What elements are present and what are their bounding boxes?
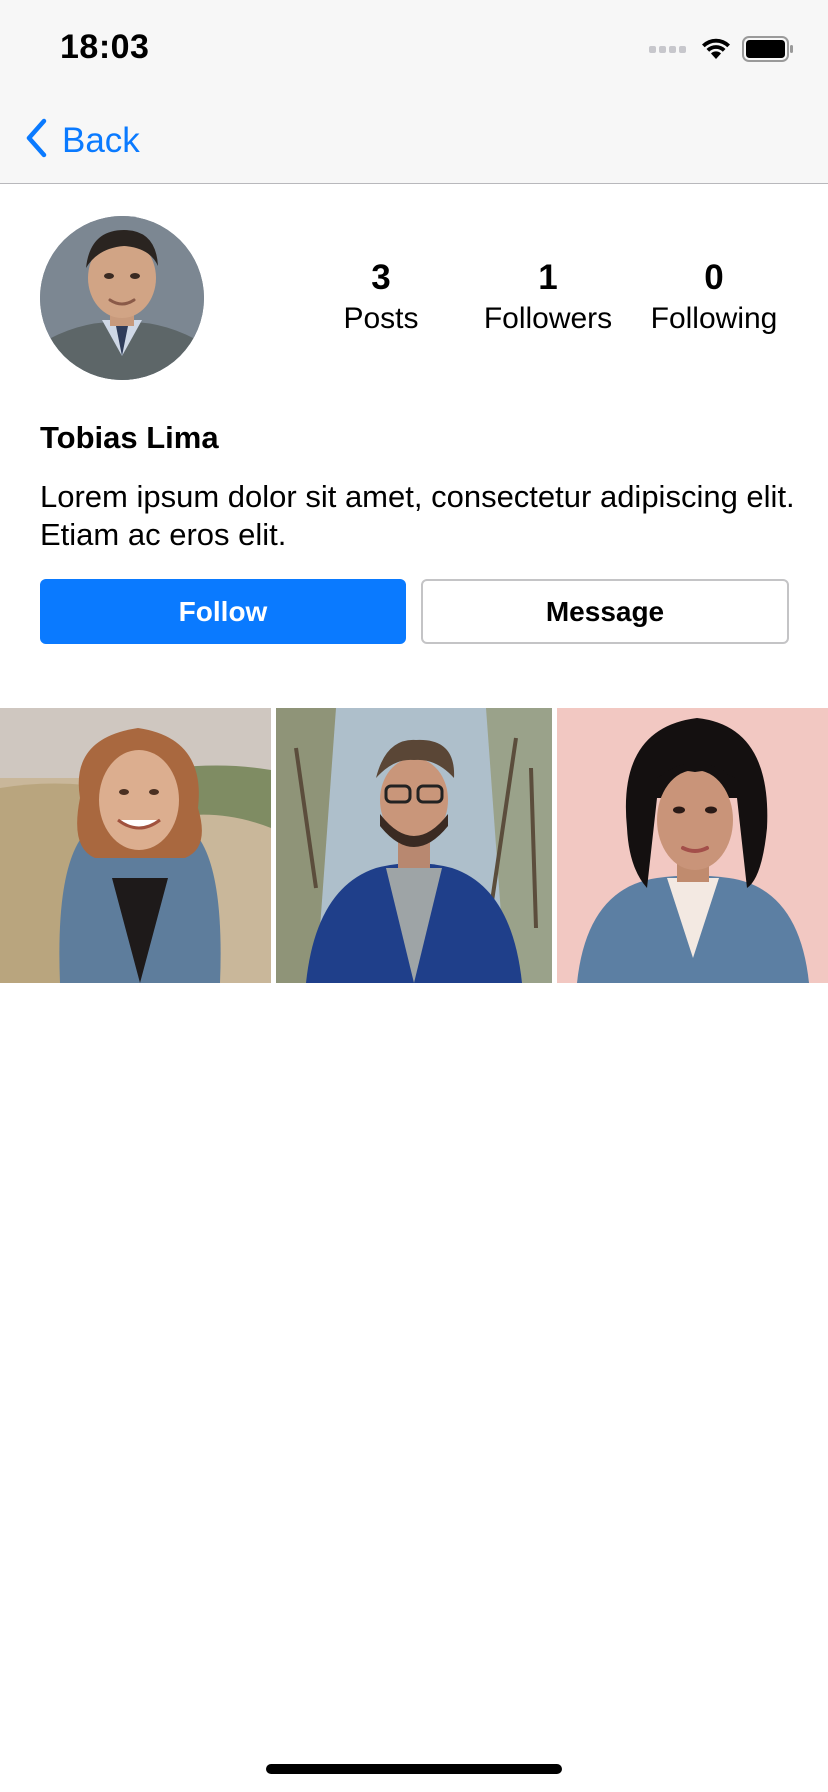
status-time: 18:03 xyxy=(60,28,150,66)
followers-stat[interactable]: 1 Followers xyxy=(472,256,624,338)
profile-screen: 18:03 Back 3 Posts 1 Followers 0 Followi… xyxy=(0,0,828,1792)
wifi-icon xyxy=(700,37,732,61)
posts-count: 3 xyxy=(371,258,391,297)
profile-name: Tobias Lima xyxy=(40,420,219,455)
home-indicator[interactable] xyxy=(266,1764,562,1774)
followers-label: Followers xyxy=(483,302,613,335)
profile-bio: Lorem ipsum dolor sit amet, consectetur … xyxy=(40,479,795,552)
cellular-signal-icon xyxy=(649,45,686,53)
posts-stat[interactable]: 3 Posts xyxy=(306,256,456,338)
profile-stats: 3 Posts 1 Followers 0 Following xyxy=(0,256,828,346)
chevron-left-icon xyxy=(24,118,48,163)
post-photo[interactable] xyxy=(557,708,828,983)
back-button[interactable]: Back xyxy=(24,118,140,163)
posts-label: Posts xyxy=(343,302,419,335)
following-label: Following xyxy=(650,302,778,335)
navigation-header: 18:03 Back xyxy=(0,0,828,184)
following-stat[interactable]: 0 Following xyxy=(638,256,790,338)
followers-count: 1 xyxy=(538,258,558,297)
post-photo[interactable] xyxy=(276,708,552,983)
battery-icon xyxy=(742,36,794,62)
message-button[interactable]: Message xyxy=(421,579,789,644)
status-icons xyxy=(649,34,794,64)
following-count: 0 xyxy=(704,258,724,297)
follow-button[interactable]: Follow xyxy=(40,579,406,644)
back-label: Back xyxy=(62,120,140,160)
post-photo[interactable] xyxy=(0,708,271,983)
posts-grid xyxy=(0,708,828,983)
